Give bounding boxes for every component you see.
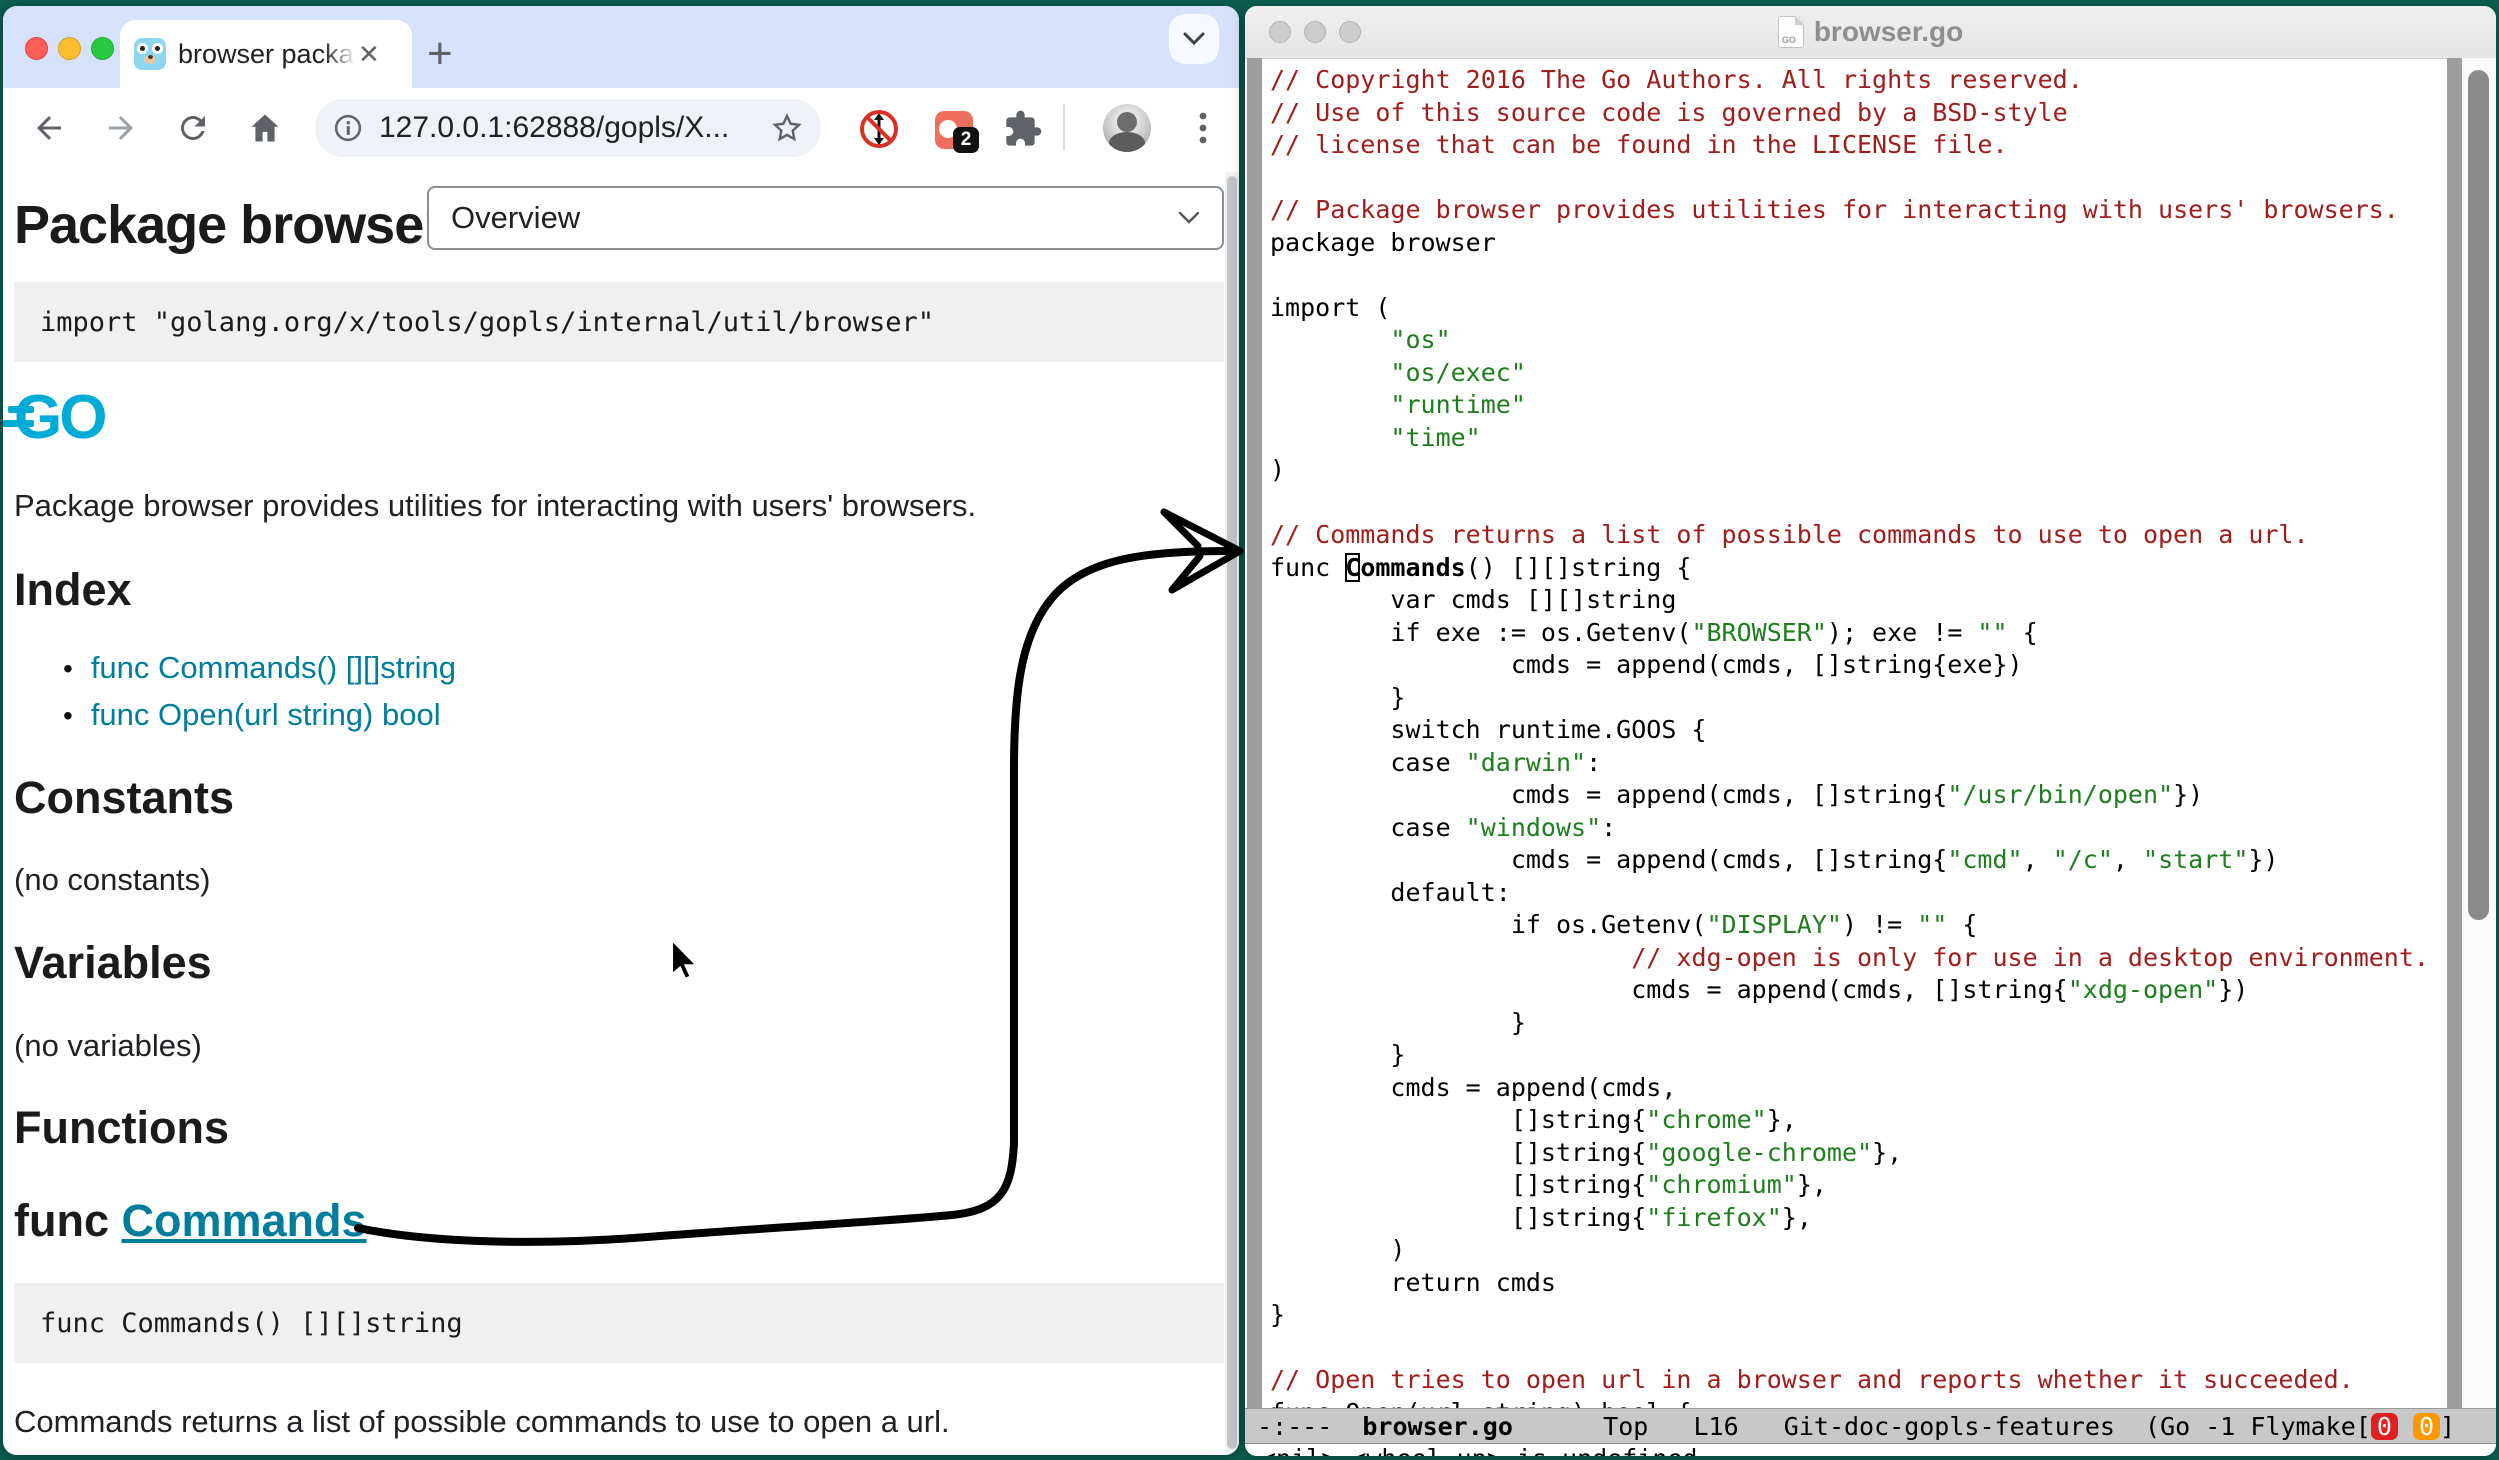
section-heading-functions: Functions xyxy=(14,1102,229,1154)
scroll-blocker-extension-icon[interactable] xyxy=(858,108,900,150)
emacs-window: GO browser.go // Copyright 2016 The Go A… xyxy=(1245,6,2496,1456)
profile-avatar[interactable] xyxy=(1103,104,1151,152)
flymake-warning-count[interactable]: 0 xyxy=(2413,1413,2440,1440)
reload-button[interactable] xyxy=(175,110,211,146)
back-button[interactable] xyxy=(31,110,67,146)
no-variables-text: (no variables) xyxy=(14,1028,202,1064)
commands-link[interactable]: Commands xyxy=(122,1195,367,1246)
emacs-title-text: browser.go xyxy=(1814,16,1963,48)
site-info-icon[interactable] xyxy=(333,113,363,143)
no-constants-text: (no constants) xyxy=(14,862,210,898)
tab-search-button[interactable] xyxy=(1169,14,1219,64)
toolbar-divider xyxy=(1063,104,1065,150)
func-commands-heading: func Commands xyxy=(14,1195,367,1247)
list-item: • func Open(url string) bool xyxy=(63,697,456,733)
emacs-modeline[interactable]: -:--- browser.go Top L16 Git-doc-gopls-f… xyxy=(1245,1408,2496,1444)
home-button[interactable] xyxy=(247,110,283,146)
macos-close-button[interactable] xyxy=(25,37,48,60)
forward-button[interactable] xyxy=(103,110,139,146)
emacs-left-scrollbar[interactable] xyxy=(1247,58,1262,1408)
tab-title: browser package - golang.org xyxy=(178,39,356,70)
emacs-echo-area: <nil> <wheel-up> is undefined xyxy=(1245,1444,2496,1456)
emacs-scrollbar-thumb[interactable] xyxy=(2468,70,2489,920)
page-title: Package browser xyxy=(14,194,443,256)
browser-menu-icon[interactable] xyxy=(1185,110,1221,146)
modeline-state: -:--- xyxy=(1257,1412,1362,1441)
flymake-error-count[interactable]: 0 xyxy=(2371,1413,2398,1440)
list-item: • func Commands() [][]string xyxy=(63,650,456,686)
section-heading-variables: Variables xyxy=(14,937,212,989)
import-code-block: import "golang.org/x/tools/gopls/interna… xyxy=(14,282,1224,362)
new-tab-button[interactable]: + xyxy=(427,32,453,76)
emacs-code[interactable]: // Copyright 2016 The Go Authors. All ri… xyxy=(1270,64,2445,1408)
func-doc-text: Commands returns a list of possible comm… xyxy=(14,1404,950,1440)
section-heading-index: Index xyxy=(14,564,132,616)
doc-nav-select[interactable]: Overview xyxy=(427,186,1224,250)
go-gopher-favicon xyxy=(134,38,166,70)
section-heading-constants: Constants xyxy=(14,772,234,824)
doc-nav-selected-value: Overview xyxy=(451,200,580,236)
doc-page: Package browser Overview import "golang.… xyxy=(3,166,1239,1455)
file-document-icon: GO xyxy=(1778,16,1804,48)
package-intro: Package browser provides utilities for i… xyxy=(14,488,976,524)
emacs-scrollbar-track[interactable] xyxy=(2462,58,2496,1408)
extension-badge: 2 xyxy=(953,127,979,153)
index-list: • func Commands() [][]string • func Open… xyxy=(63,650,456,744)
macos-zoom-button[interactable] xyxy=(91,37,114,60)
address-bar[interactable]: 127.0.0.1:62888/gopls/X... xyxy=(315,99,821,157)
tab-strip: browser package - golang.org ✕ + xyxy=(3,6,1239,88)
emacs-titlebar[interactable]: GO browser.go xyxy=(1245,6,2496,59)
browser-toolbar: 127.0.0.1:62888/gopls/X... 2 xyxy=(3,88,1239,168)
browser-tab[interactable]: browser package - golang.org ✕ xyxy=(120,20,412,88)
extensions-menu-icon[interactable] xyxy=(1003,109,1043,149)
chevron-down-icon xyxy=(1183,32,1205,46)
extension-icon[interactable]: 2 xyxy=(935,111,973,149)
chrome-window: browser package - golang.org ✕ + 127.0.0… xyxy=(3,6,1239,1455)
page-scrollbar[interactable] xyxy=(1225,172,1239,1455)
page-scrollbar-thumb[interactable] xyxy=(1227,176,1237,1449)
emacs-window-title: GO browser.go xyxy=(1245,6,2496,58)
index-link-open[interactable]: func Open(url string) bool xyxy=(91,697,441,733)
bookmark-star-icon[interactable] xyxy=(771,112,803,144)
index-link-commands[interactable]: func Commands() [][]string xyxy=(91,650,456,686)
modeline-buffer-name[interactable]: browser.go xyxy=(1362,1412,1513,1441)
macos-minimize-button[interactable] xyxy=(58,37,81,60)
go-logo: GO xyxy=(14,388,104,450)
emacs-right-bar xyxy=(2447,58,2462,1408)
chevron-down-icon xyxy=(1178,211,1200,225)
func-signature-block: func Commands() [][]string xyxy=(14,1283,1224,1363)
tab-close-icon[interactable]: ✕ xyxy=(358,41,380,67)
modeline-position-modes: Top L16 Git-doc-gopls-features (Go -1 Fl… xyxy=(1513,1412,2371,1441)
url-text[interactable]: 127.0.0.1:62888/gopls/X... xyxy=(379,111,771,145)
